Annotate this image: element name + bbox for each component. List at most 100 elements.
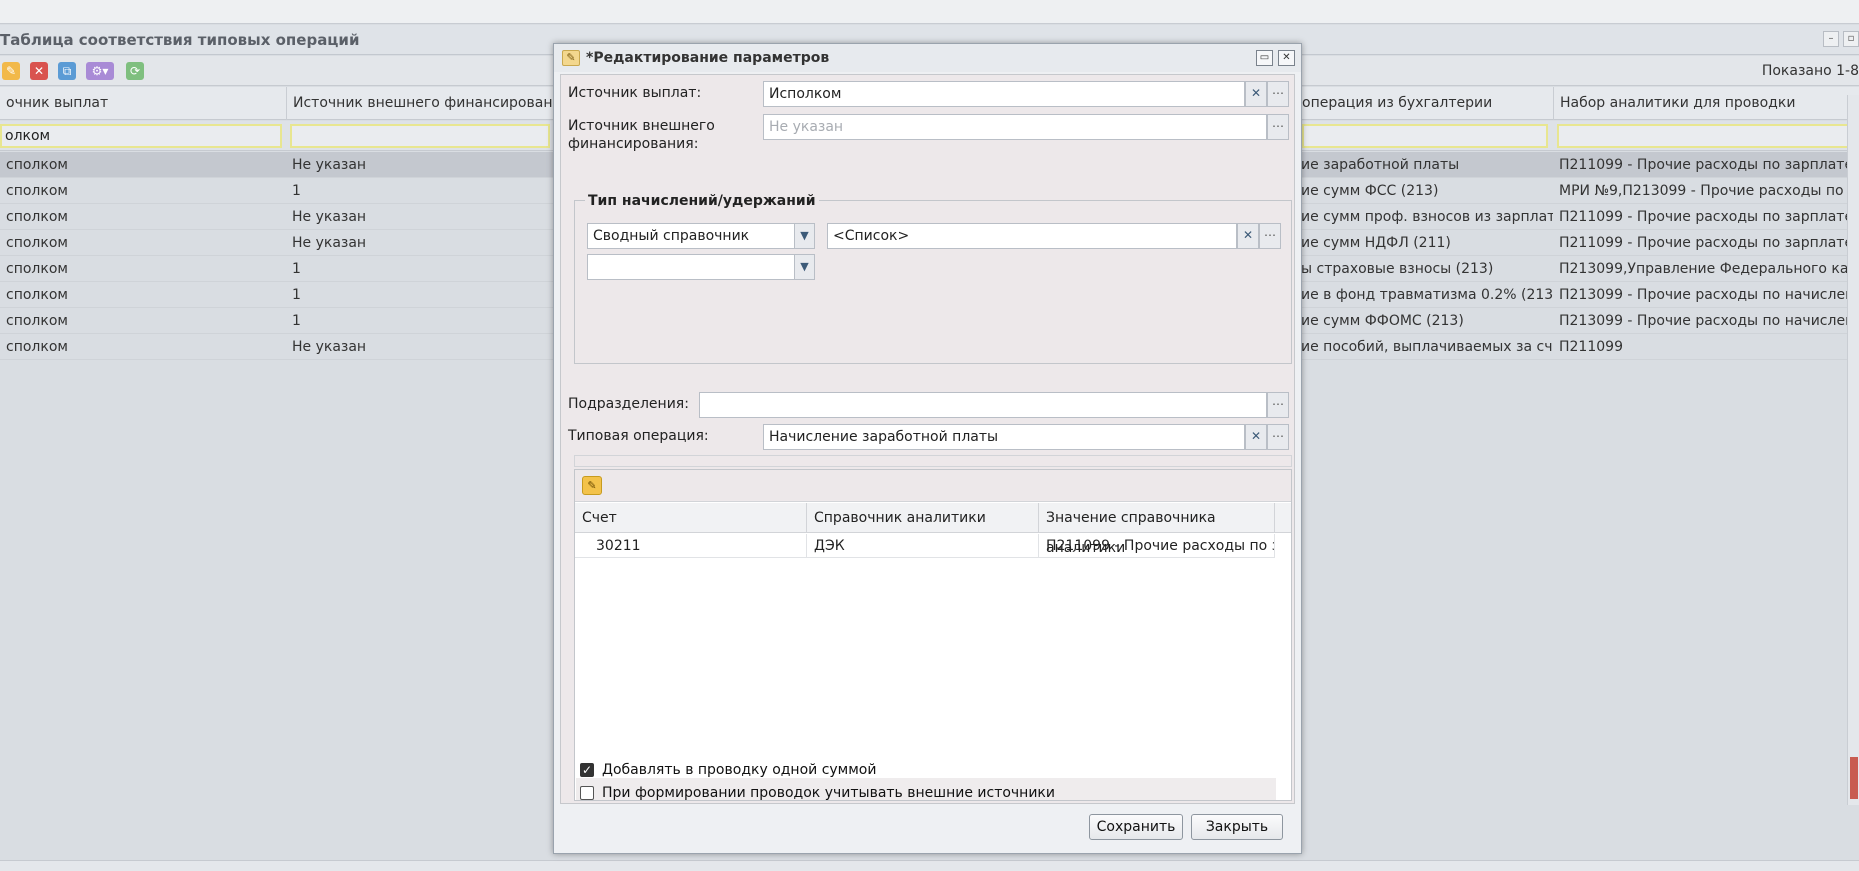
- cell-op: ие сумм ФСС (213): [1301, 183, 1439, 199]
- cell-source: сполком: [6, 339, 68, 355]
- cell-ext: 1: [292, 183, 301, 199]
- column-header-payment-source[interactable]: очник выплат: [0, 87, 286, 120]
- column-header-analytics-value[interactable]: Значение справочника аналитики: [1039, 503, 1275, 556]
- cell-source: сполком: [6, 183, 68, 199]
- vertical-scrollbar[interactable]: [1847, 95, 1859, 805]
- cell-analytics-directory: ДЭК: [807, 534, 1039, 558]
- edit-icon[interactable]: ✎: [2, 62, 20, 80]
- cell-set: П213099 - Прочие расходы по начислениям …: [1559, 287, 1847, 303]
- column-header-account[interactable]: Счет: [575, 503, 807, 533]
- typical-op-field[interactable]: Начисление заработной платы: [763, 424, 1245, 450]
- cell-source: сполком: [6, 313, 68, 329]
- delete-icon[interactable]: ✕: [30, 62, 48, 80]
- analytics-grid-toolbar: ✎: [575, 470, 1291, 502]
- save-button[interactable]: Сохранить: [1089, 814, 1183, 840]
- external-sources-label: При формировании проводок учитывать внеш…: [602, 785, 1055, 801]
- panel-title: Таблица соответствия типовых операций: [0, 31, 360, 49]
- cell-op: ие заработной платы: [1301, 157, 1460, 173]
- minimize-icon[interactable]: –: [1823, 31, 1839, 47]
- cell-source: сполком: [6, 209, 68, 225]
- side-marker: [1850, 757, 1858, 799]
- table-row[interactable]: 30211 ДЭК П211099 - Прочие расходы по за…: [575, 534, 1275, 558]
- cell-op: ие сумм НДФЛ (211): [1301, 235, 1451, 251]
- maximize-icon[interactable]: ▭: [1256, 50, 1273, 66]
- directory-select-value: Сводный справочник: [593, 228, 750, 244]
- chevron-down-icon[interactable]: ▼: [794, 224, 814, 248]
- analytics-grid-header: Счет Справочник аналитики Значение справ…: [575, 503, 1291, 556]
- departments-field[interactable]: [699, 392, 1267, 418]
- filter-analytics-set[interactable]: [1557, 124, 1855, 148]
- column-header-analytics-directory[interactable]: Справочник аналитики: [807, 503, 1039, 533]
- column-header-analytics-set[interactable]: Набор аналитики для проводки: [1553, 87, 1859, 120]
- cell-source: сполком: [6, 235, 68, 251]
- cell-set: П211099 - Прочие расходы по зарплате, не…: [1559, 209, 1847, 225]
- payment-source-field[interactable]: Исполком: [763, 81, 1245, 107]
- filter-payment-source[interactable]: олком: [0, 124, 282, 148]
- ellipsis-icon[interactable]: ⋯: [1267, 81, 1289, 107]
- list-field[interactable]: <Список>: [827, 223, 1237, 249]
- dialog-title-bar[interactable]: ✎ *Редактирование параметров ▭ ✕: [554, 44, 1301, 72]
- cell-set: П213099 - Прочие расходы по начислениям …: [1559, 313, 1847, 329]
- cell-op: ие сумм ФФОМС (213): [1301, 313, 1464, 329]
- panel-tools: – ▫: [1823, 31, 1859, 47]
- cell-set: П211099 - Прочие расходы по зарплате, не…: [1559, 157, 1847, 173]
- single-sum-label: Добавлять в проводку одной суммой: [602, 762, 877, 778]
- copy-icon[interactable]: ⧉: [58, 62, 76, 80]
- dialog-body: Источник выплат: Исполком ✕ ⋯ Источник в…: [560, 74, 1295, 804]
- ext-financing-label-line2: финансирования:: [568, 136, 699, 152]
- cell-ext: Не указан: [292, 235, 367, 251]
- filter-external-financing[interactable]: [290, 124, 550, 148]
- cell-set: МРИ №9,П213099 - Прочие расходы по начис…: [1559, 183, 1847, 199]
- single-sum-checkbox[interactable]: ✓: [580, 763, 594, 777]
- ellipsis-icon[interactable]: ⋯: [1267, 114, 1289, 140]
- column-header-accounting-operation[interactable]: операция из бухгалтерии: [1295, 87, 1553, 120]
- ellipsis-icon[interactable]: ⋯: [1267, 424, 1289, 450]
- cell-source: сполком: [6, 157, 68, 173]
- clear-icon[interactable]: ✕: [1245, 424, 1267, 450]
- cell-ext: 1: [292, 313, 301, 329]
- typical-op-label: Типовая операция:: [568, 428, 709, 444]
- external-sources-checkbox[interactable]: [580, 786, 594, 800]
- edit-form-icon: ✎: [562, 50, 580, 66]
- edit-parameters-dialog: ✎ *Редактирование параметров ▭ ✕ Источни…: [553, 43, 1302, 854]
- ellipsis-icon[interactable]: ⋯: [1259, 223, 1281, 249]
- analytics-grid: ✎ Счет Справочник аналитики Значение спр…: [574, 469, 1292, 801]
- secondary-select[interactable]: ▼: [587, 254, 815, 280]
- cell-ext: Не указан: [292, 209, 367, 225]
- cell-set: П211099 - Прочие расходы по зарплате, не…: [1559, 235, 1847, 251]
- cell-account: 30211: [575, 534, 807, 558]
- top-strip: [0, 0, 1859, 24]
- cell-set: П213099,Управление Федерального казначей…: [1559, 261, 1847, 277]
- dialog-footer: Сохранить Закрыть: [554, 806, 1301, 853]
- accrual-type-legend: Тип начислений/удержаний: [585, 193, 819, 209]
- directory-select[interactable]: Сводный справочник ▼: [587, 223, 815, 249]
- cell-ext: 1: [292, 261, 301, 277]
- close-button[interactable]: Закрыть: [1191, 814, 1283, 840]
- cell-op: ие сумм проф. взносов из зарплаты: [1301, 209, 1553, 225]
- chevron-down-icon[interactable]: ▼: [794, 255, 814, 279]
- accrual-type-fieldset: Тип начислений/удержаний Сводный справоч…: [574, 193, 1292, 364]
- cell-op: ие пособий, выплачиваемых за счет...: [1301, 339, 1553, 355]
- edit-icon[interactable]: ✎: [582, 476, 602, 495]
- cell-set: П211099: [1559, 339, 1623, 355]
- dialog-title: *Редактирование параметров: [586, 50, 830, 66]
- ext-financing-label-line1: Источник внешнего: [568, 118, 715, 134]
- payment-source-label: Источник выплат:: [568, 85, 702, 101]
- ellipsis-icon[interactable]: ⋯: [1267, 392, 1289, 418]
- ext-financing-field[interactable]: Не указан: [763, 114, 1267, 140]
- cell-op: ы страховые взносы (213): [1301, 261, 1494, 277]
- filter-accounting-operation[interactable]: [1302, 124, 1548, 148]
- close-icon[interactable]: ✕: [1278, 50, 1295, 66]
- actions-menu-icon[interactable]: ⚙▾: [86, 62, 114, 80]
- refresh-icon[interactable]: ⟳: [126, 62, 144, 80]
- cell-source: сполком: [6, 261, 68, 277]
- shown-count: Показано 1-8: [1761, 63, 1859, 79]
- panel-tool-icon[interactable]: ▫: [1843, 31, 1859, 47]
- cell-source: сполком: [6, 287, 68, 303]
- clear-icon[interactable]: ✕: [1245, 81, 1267, 107]
- cell-analytics-value: П211099 - Прочие расходы по за...: [1039, 534, 1275, 558]
- departments-label: Подразделения:: [568, 396, 689, 412]
- clear-icon[interactable]: ✕: [1237, 223, 1259, 249]
- cell-ext: 1: [292, 287, 301, 303]
- cell-ext: Не указан: [292, 339, 367, 355]
